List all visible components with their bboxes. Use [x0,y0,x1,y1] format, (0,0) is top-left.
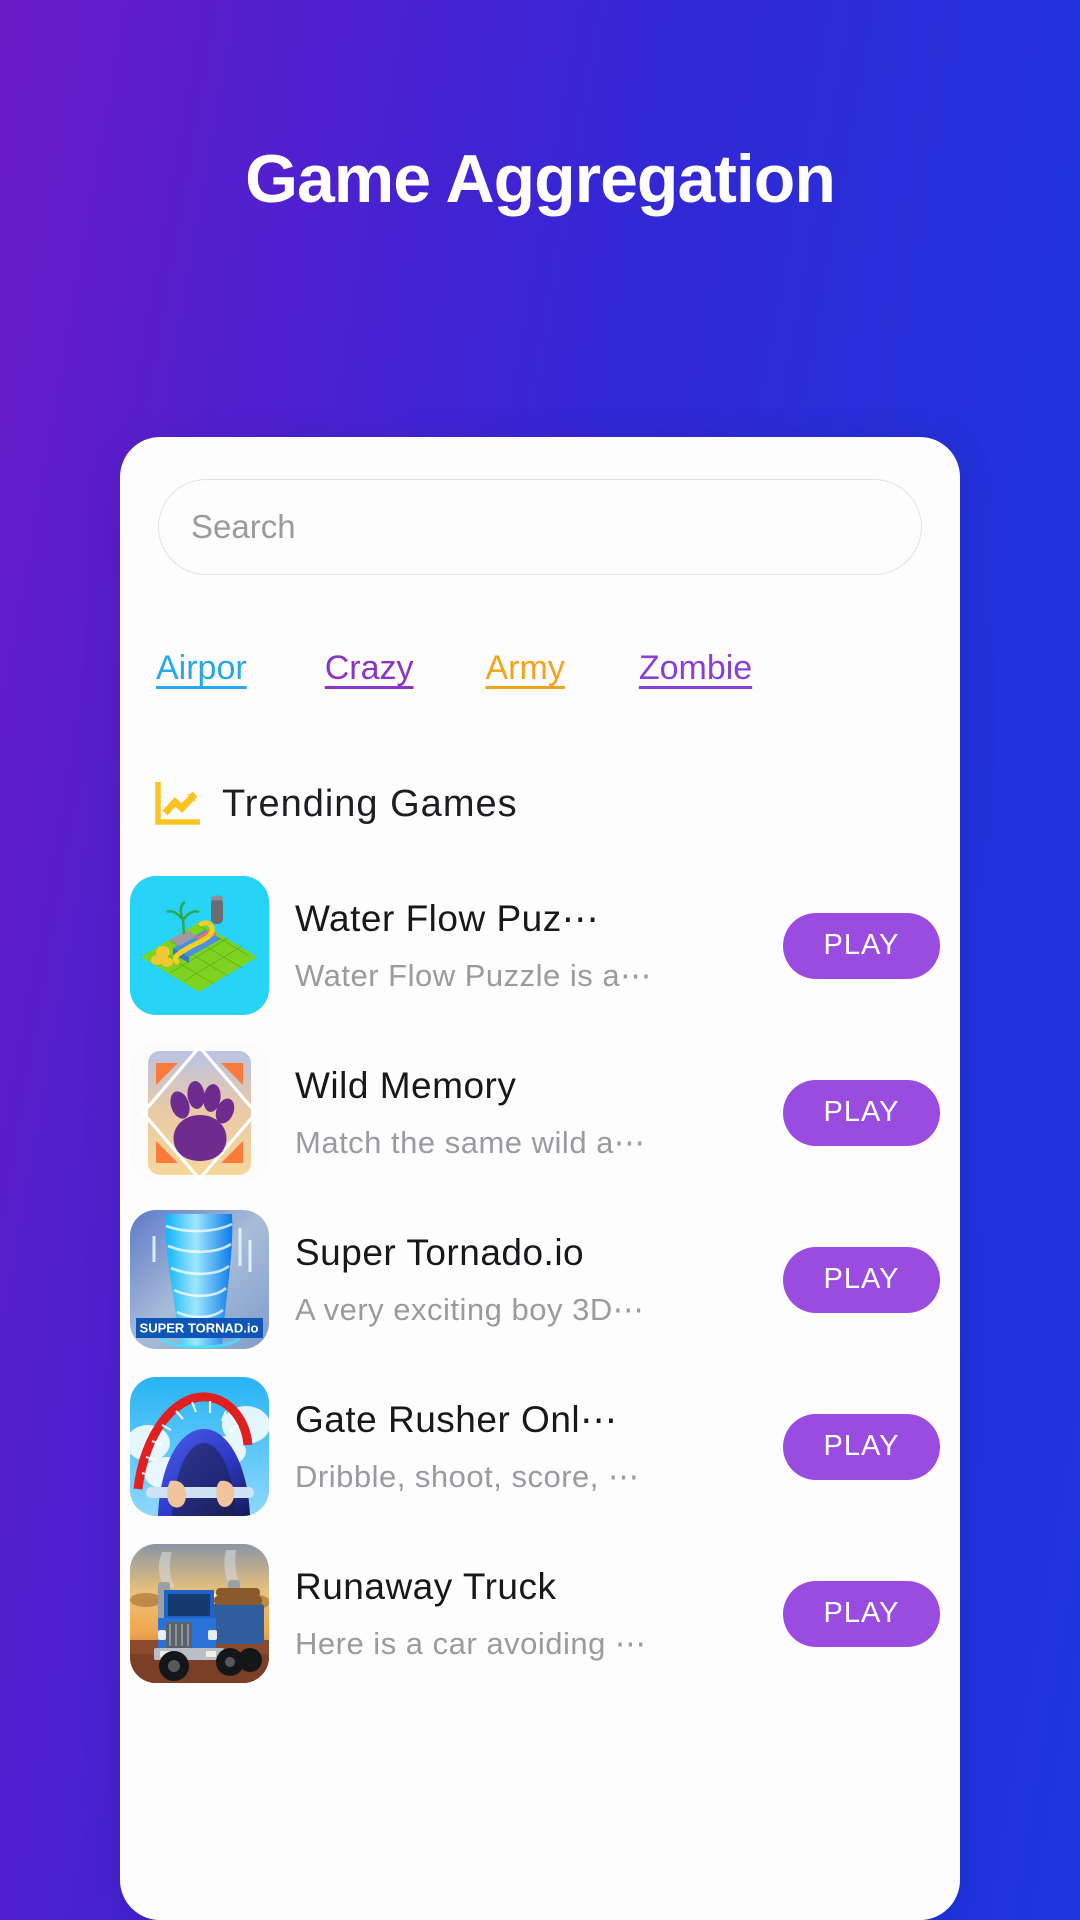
category-link-zombie[interactable]: Zombie [639,649,752,688]
game-description: Match the same wild a⋯ [295,1124,646,1160]
search-bar[interactable] [158,479,922,575]
wild-memory-thumbnail[interactable] [130,1043,269,1182]
category-links: Airpor Crazy Army Zombie [156,649,926,688]
content-card: Airpor Crazy Army Zombie Trending Games [120,437,960,1920]
game-list-item[interactable]: Runaway Truck Here is a car avoiding ⋯ P… [120,1530,960,1697]
game-list-item[interactable]: SUPER TORNAD.io Super Tornado.io A very … [120,1196,960,1363]
game-meta: Super Tornado.io A very exciting boy 3D⋯ [295,1232,783,1328]
game-title: Runaway Truck [295,1565,557,1607]
game-meta: Water Flow Puz⋯ Water Flow Puzzle is a⋯ [295,897,783,994]
game-description: Here is a car avoiding ⋯ [295,1625,647,1661]
category-link-army[interactable]: Army [486,649,565,688]
game-title: Gate Rusher Onl⋯ [295,1399,618,1440]
game-meta: Wild Memory Match the same wild a⋯ [295,1065,783,1161]
game-title: Water Flow Puz⋯ [295,898,600,939]
gate-rusher-thumbnail[interactable] [130,1377,269,1516]
game-meta: Gate Rusher Onl⋯ Dribble, shoot, score, … [295,1398,783,1495]
game-description: Water Flow Puzzle is a⋯ [295,958,652,993]
page-title: Game Aggregation [245,141,836,217]
game-list-item[interactable]: Water Flow Puz⋯ Water Flow Puzzle is a⋯ … [120,862,960,1029]
category-link-crazy[interactable]: Crazy [325,649,414,688]
play-button[interactable]: PLAY [783,1413,940,1480]
game-description: A very exciting boy 3D⋯ [295,1291,645,1327]
play-button[interactable]: PLAY [783,1580,940,1647]
trending-games-header: Trending Games [154,782,518,826]
search-input[interactable] [158,479,922,575]
play-button[interactable]: PLAY [783,1079,940,1146]
play-button[interactable]: PLAY [783,1246,940,1313]
category-link-airpor[interactable]: Airpor [156,649,247,688]
water-flow-puzzle-thumbnail[interactable] [130,876,269,1015]
play-button[interactable]: PLAY [783,912,940,979]
game-list-item[interactable]: Gate Rusher Onl⋯ Dribble, shoot, score, … [120,1363,960,1530]
game-list: Water Flow Puz⋯ Water Flow Puzzle is a⋯ … [120,862,960,1697]
game-list-item[interactable]: Wild Memory Match the same wild a⋯ PLAY [120,1029,960,1196]
game-meta: Runaway Truck Here is a car avoiding ⋯ [295,1566,783,1662]
game-description: Dribble, shoot, score, ⋯ [295,1459,640,1494]
trending-chart-icon [154,782,200,826]
game-title: Super Tornado.io [295,1231,585,1273]
trending-games-title: Trending Games [222,782,518,825]
runaway-truck-thumbnail[interactable] [130,1544,269,1683]
super-tornado-thumbnail[interactable]: SUPER TORNAD.io [130,1210,269,1349]
game-title: Wild Memory [295,1064,517,1106]
svg-text:SUPER TORNAD.io: SUPER TORNAD.io [140,1321,259,1336]
